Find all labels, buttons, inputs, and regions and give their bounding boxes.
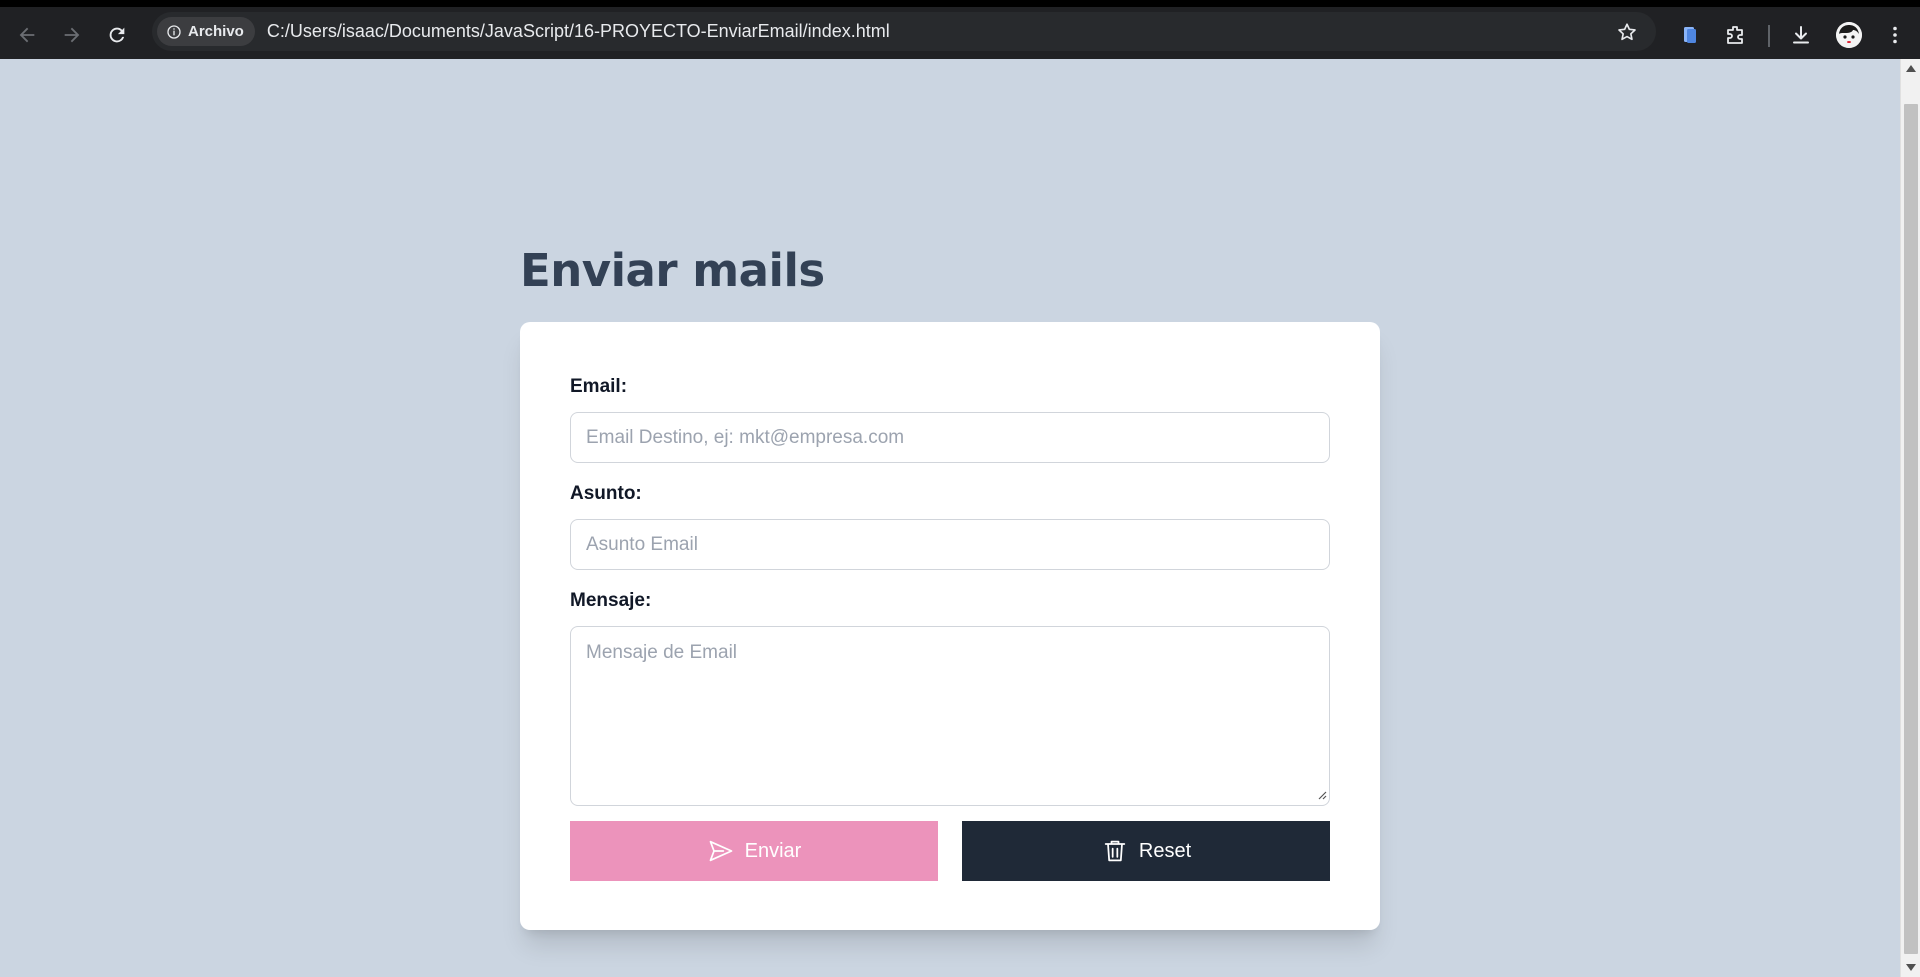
url-text[interactable]: C:/Users/isaac/Documents/JavaScript/16-P… [267, 21, 890, 42]
extensions-button[interactable] [1722, 22, 1748, 48]
send-button-label: Enviar [744, 839, 802, 862]
paper-plane-icon [709, 840, 733, 862]
trash-icon [1104, 840, 1126, 862]
back-button[interactable] [14, 22, 40, 48]
mensaje-label: Mensaje: [570, 590, 652, 611]
star-icon[interactable] [1616, 21, 1638, 43]
profile-avatar-icon [1836, 22, 1862, 48]
info-icon [167, 24, 181, 39]
address-bar[interactable]: Archivo C:/Users/isaac/Documents/JavaScr… [152, 12, 1656, 51]
download-icon [1793, 26, 1809, 44]
puzzle-icon [1727, 26, 1743, 44]
page-scrollbar[interactable] [1900, 59, 1920, 977]
browser-toolbar: Archivo C:/Users/isaac/Documents/JavaScr… [0, 0, 1920, 59]
send-button[interactable]: Enviar [570, 821, 938, 881]
email-input[interactable] [570, 412, 1330, 463]
forward-button[interactable] [59, 22, 85, 48]
downloads-button[interactable] [1788, 22, 1814, 48]
reset-button-label: Reset [1138, 839, 1192, 862]
document-icon [1684, 27, 1696, 43]
arrow-left-icon [19, 27, 35, 43]
avatar[interactable] [1836, 22, 1862, 48]
page-title: Enviar mails [520, 244, 825, 297]
site-info-chip[interactable]: Archivo [157, 17, 255, 46]
browser-menu-button[interactable] [1882, 22, 1908, 48]
email-label: Email: [570, 376, 628, 397]
site-info-label: Archivo [188, 23, 244, 40]
asunto-label: Asunto: [570, 483, 642, 504]
asunto-input[interactable] [570, 519, 1330, 570]
reload-icon [109, 27, 125, 43]
email-form: Email: Asunto: Mensaje: Enviar Reset [520, 322, 1380, 930]
resize-grip-icon[interactable] [1317, 790, 1327, 800]
scroll-up-arrow-icon[interactable] [1906, 65, 1916, 72]
reading-mode-button[interactable] [1677, 22, 1703, 48]
mensaje-textarea[interactable] [570, 626, 1330, 806]
kebab-menu-icon [1893, 26, 1897, 44]
scroll-down-arrow-icon[interactable] [1906, 964, 1916, 971]
arrow-right-icon [64, 27, 80, 43]
reset-button[interactable]: Reset [962, 821, 1330, 881]
scroll-thumb[interactable] [1904, 104, 1918, 954]
toolbar-divider [1768, 25, 1770, 47]
reload-button[interactable] [104, 22, 130, 48]
